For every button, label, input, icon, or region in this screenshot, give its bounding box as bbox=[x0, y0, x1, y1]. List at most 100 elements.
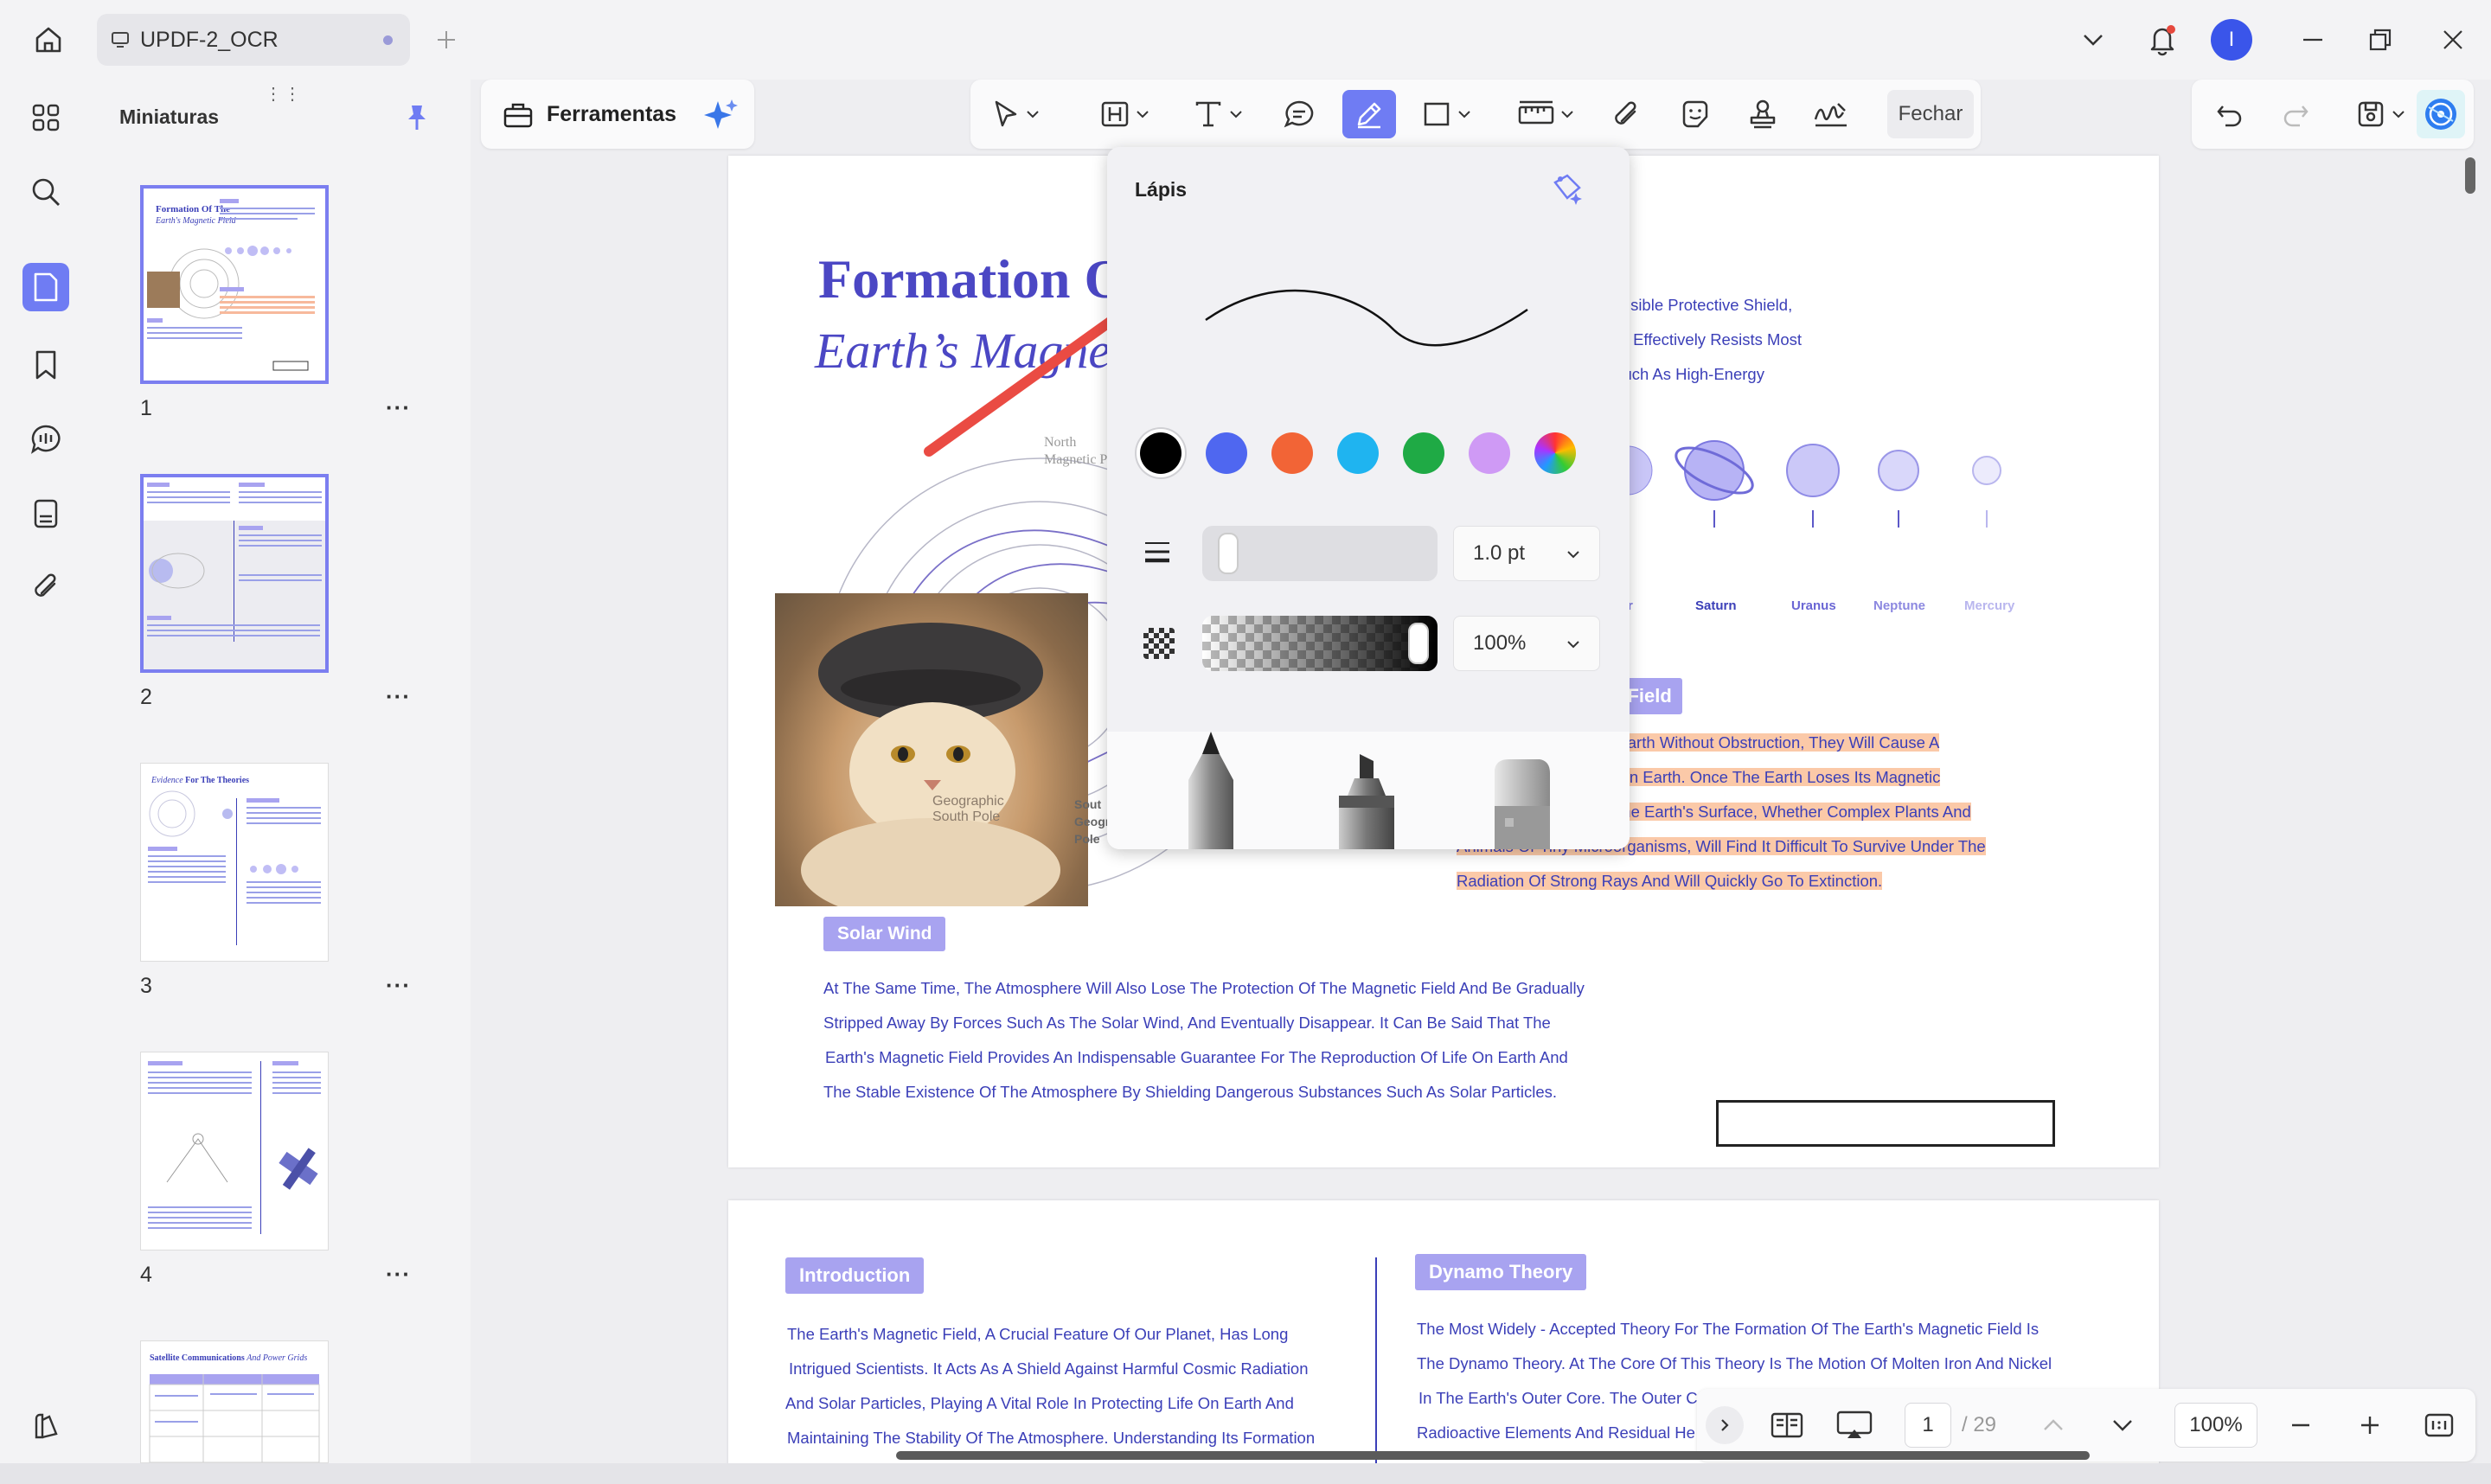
rectangle-icon bbox=[1424, 102, 1450, 126]
redo-icon[interactable] bbox=[2271, 90, 2320, 138]
ai-sparkle-icon[interactable] bbox=[702, 96, 740, 132]
document-tab[interactable]: UPDF-2_OCR bbox=[97, 14, 410, 66]
restore-icon[interactable] bbox=[2360, 21, 2401, 59]
chevron-down-icon bbox=[1567, 641, 1579, 649]
theme-icon[interactable] bbox=[22, 1403, 69, 1451]
bookmark-icon[interactable] bbox=[22, 341, 69, 389]
color-swatch-orange[interactable] bbox=[1271, 432, 1313, 474]
thumbnail-page-5[interactable]: Satellite Communications And Power Grids bbox=[140, 1340, 329, 1463]
pencil-tool[interactable] bbox=[1342, 90, 1396, 138]
form-icon[interactable] bbox=[22, 489, 69, 538]
actual-size-icon[interactable] bbox=[2415, 1401, 2463, 1449]
thickness-dropdown[interactable]: 1.0 pt bbox=[1453, 526, 1600, 581]
color-swatch-green[interactable] bbox=[1403, 432, 1444, 474]
thumbnail-page-1-art bbox=[147, 199, 315, 371]
vertical-scrollbar[interactable] bbox=[2465, 157, 2475, 194]
zoom-in-icon[interactable] bbox=[2346, 1401, 2394, 1449]
thumbnail-page-2-art bbox=[144, 477, 325, 642]
south-geographic-label: Sout Geogr Pole bbox=[1074, 797, 1111, 846]
shape-tool[interactable] bbox=[1412, 90, 1481, 138]
sticker-tool[interactable] bbox=[1671, 90, 1719, 138]
thickness-slider-handle[interactable] bbox=[1217, 533, 1239, 574]
color-swatch-blue[interactable] bbox=[1206, 432, 1247, 474]
monitor-icon bbox=[111, 31, 130, 48]
more-options-icon[interactable]: ··· bbox=[386, 1261, 411, 1288]
color-picker-rainbow[interactable] bbox=[1534, 432, 1576, 474]
thumbnail-page-2[interactable] bbox=[140, 474, 329, 673]
color-swatch-cyan[interactable] bbox=[1337, 432, 1379, 474]
next-page-icon[interactable] bbox=[2098, 1401, 2147, 1449]
panel-title: Miniaturas bbox=[119, 106, 220, 128]
add-tab-icon[interactable] bbox=[429, 22, 464, 57]
planet-label: Saturn bbox=[1695, 598, 1737, 613]
select-tool[interactable] bbox=[981, 90, 1050, 138]
signature-tool[interactable] bbox=[1804, 90, 1858, 138]
thumbnail-page-4[interactable] bbox=[140, 1052, 329, 1251]
thumbnails-panel: ⋮⋮ Miniaturas Formation Of The Earth's M… bbox=[92, 80, 471, 1463]
document-tab-title: UPDF-2_OCR bbox=[140, 27, 279, 52]
pen-type-marker[interactable] bbox=[1334, 752, 1399, 849]
page-number-input[interactable]: 1 bbox=[1905, 1403, 1951, 1448]
zoom-out-icon[interactable] bbox=[2276, 1401, 2325, 1449]
save-button[interactable] bbox=[2346, 90, 2415, 138]
thumbnail-page-1[interactable]: Formation Of The Earth's Magnetic Field bbox=[140, 185, 329, 384]
pencil-settings-popup: Lápis 1.0 pt 100% bbox=[1107, 147, 1630, 849]
undo-icon[interactable] bbox=[2206, 90, 2254, 138]
rectangle-annotation[interactable] bbox=[1716, 1100, 2055, 1147]
page-layout-icon[interactable] bbox=[1763, 1401, 1811, 1449]
body-line: Maintaining The Stability Of The Atmosph… bbox=[787, 1429, 1316, 1447]
ai-pen-icon[interactable] bbox=[1548, 166, 1591, 209]
color-swatch-lilac[interactable] bbox=[1469, 432, 1510, 474]
thumbnail-page-3[interactable]: Evidence For The Theories bbox=[140, 763, 329, 962]
bell-icon[interactable] bbox=[2142, 21, 2183, 59]
opacity-dropdown[interactable]: 100% bbox=[1453, 616, 1600, 671]
section-header-introduction: Introduction bbox=[785, 1257, 925, 1294]
tools-button[interactable]: Ferramentas bbox=[481, 80, 754, 149]
attach-tool[interactable] bbox=[1602, 90, 1650, 138]
color-swatch-black[interactable] bbox=[1140, 432, 1181, 474]
page-number-3: 3 bbox=[140, 974, 152, 998]
popup-title: Lápis bbox=[1135, 178, 1188, 201]
attachment-icon[interactable] bbox=[22, 562, 69, 611]
chevron-down-icon[interactable] bbox=[2072, 21, 2114, 59]
planet-label: Uranus bbox=[1791, 598, 1836, 613]
zoom-input[interactable]: 100% bbox=[2174, 1403, 2257, 1448]
opacity-slider[interactable] bbox=[1202, 616, 1438, 671]
panel-drag-handle[interactable]: ⋮⋮ bbox=[265, 83, 303, 105]
avatar[interactable]: I bbox=[2211, 19, 2252, 61]
comment-icon[interactable] bbox=[22, 415, 69, 464]
close-tools-button[interactable]: Fechar bbox=[1887, 90, 1974, 138]
thumbnails-icon[interactable] bbox=[22, 263, 69, 311]
thickness-slider[interactable] bbox=[1202, 526, 1438, 581]
comment-tool[interactable] bbox=[1275, 90, 1323, 138]
presentation-icon[interactable] bbox=[1827, 1401, 1882, 1449]
column-divider bbox=[1375, 1257, 1377, 1477]
horizontal-scrollbar[interactable] bbox=[896, 1451, 2090, 1460]
apps-grid-icon[interactable] bbox=[22, 93, 69, 142]
more-options-icon[interactable]: ··· bbox=[386, 972, 411, 999]
pin-icon[interactable] bbox=[400, 100, 434, 135]
planet-label: Neptune bbox=[1873, 598, 1925, 613]
home-icon[interactable] bbox=[26, 21, 71, 59]
highlighted-text: Radiation Of Strong Rays And Will Quickl… bbox=[1457, 872, 1883, 890]
minimize-icon[interactable] bbox=[2292, 21, 2334, 59]
pen-type-eraser[interactable] bbox=[1488, 758, 1557, 849]
thumbnail-page-5-art bbox=[149, 1374, 320, 1462]
save-icon bbox=[2358, 101, 2384, 127]
more-options-icon[interactable]: ··· bbox=[386, 394, 411, 421]
body-line: The Stable Existence Of The Atmosphere B… bbox=[823, 1083, 1558, 1101]
more-options-icon[interactable]: ··· bbox=[386, 683, 411, 710]
stamp-icon bbox=[1750, 99, 1776, 129]
search-icon[interactable] bbox=[22, 168, 69, 216]
opacity-slider-handle[interactable] bbox=[1408, 623, 1429, 664]
previous-page-icon[interactable] bbox=[2029, 1401, 2078, 1449]
annotation-toolbar: Fechar bbox=[970, 80, 1981, 149]
text-tool[interactable] bbox=[1183, 90, 1252, 138]
stamp-tool[interactable] bbox=[1739, 90, 1787, 138]
close-window-icon[interactable] bbox=[2432, 21, 2474, 59]
ai-assistant-icon[interactable] bbox=[2417, 90, 2465, 138]
measure-tool[interactable] bbox=[1507, 90, 1585, 138]
highlight-tool[interactable] bbox=[1090, 90, 1159, 138]
expand-bar-icon[interactable] bbox=[1706, 1406, 1744, 1444]
pen-type-pencil[interactable] bbox=[1181, 728, 1240, 849]
